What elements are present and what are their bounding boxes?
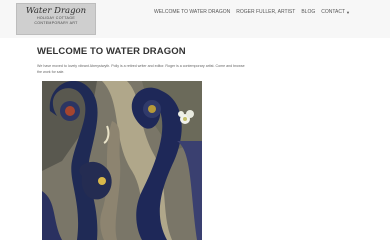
- site-header: Water Dragon HOLIDAY COTTAGE CONTEMPORAR…: [0, 0, 390, 38]
- page-title: WELCOME TO WATER DRAGON: [37, 46, 186, 57]
- logo-subtitle-line2: CONTEMPORARY ART: [34, 21, 78, 25]
- main-nav: WELCOME TO WATER DRAGON ROGER FULLER, AR…: [154, 8, 350, 16]
- nav-item-blog[interactable]: BLOG: [301, 9, 315, 15]
- nav-item-welcome[interactable]: WELCOME TO WATER DRAGON: [154, 9, 230, 15]
- site-logo[interactable]: Water Dragon HOLIDAY COTTAGE CONTEMPORAR…: [16, 3, 96, 35]
- nav-item-roger-fuller[interactable]: ROGER FULLER, ARTIST: [236, 9, 295, 15]
- intro-text: We have moved to lovely vibrant Aberystw…: [37, 64, 245, 74]
- logo-title: Water Dragon: [25, 6, 87, 16]
- nav-item-contact[interactable]: CONTACT ▼: [321, 9, 350, 15]
- nav-item-contact-label: CONTACT: [321, 9, 346, 15]
- artwork-image: [42, 81, 202, 240]
- abstract-painting-graphic: [42, 81, 202, 240]
- chevron-down-icon: ▼: [346, 9, 350, 15]
